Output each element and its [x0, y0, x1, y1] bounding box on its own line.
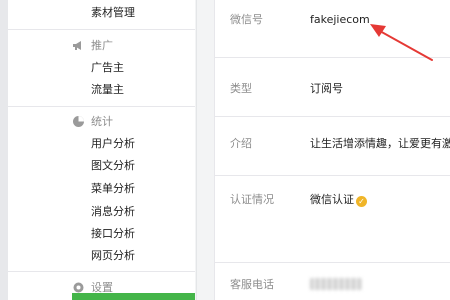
service-phone-value-blurred [310, 278, 362, 290]
service-phone-label: 客服电话 [230, 278, 274, 291]
intro-value: 让生活增添情趣，让爱更有激情... [310, 137, 450, 150]
row-divider [215, 116, 450, 117]
account-type-value: 订阅号 [310, 82, 343, 95]
sidebar-item-message-analysis[interactable]: 消息分析 [91, 205, 135, 219]
divider [8, 29, 195, 30]
app-window: 素材管理 推广 广告主 流量主 统计 用户分析 图文分析 菜单分析 消息分析 接… [0, 0, 450, 300]
verified-check-icon: ✓ [356, 196, 367, 207]
account-info-panel: 微信号 fakejiecom 类型 订阅号 介绍 让生活增添情趣，让爱更有激情.… [214, 0, 450, 300]
megaphone-icon [72, 39, 85, 52]
divider [8, 271, 195, 272]
sidebar-edge [0, 0, 8, 300]
row-divider [215, 262, 450, 263]
verification-label: 认证情况 [230, 193, 274, 206]
sidebar-item-article-analysis[interactable]: 图文分析 [91, 159, 135, 173]
pie-chart-icon [72, 115, 85, 128]
wechat-id-value: fakejiecom [310, 13, 370, 26]
sidebar-group-label: 推广 [91, 39, 113, 52]
sidebar-item-advertiser[interactable]: 广告主 [91, 61, 124, 75]
sidebar-item-material-management[interactable]: 素材管理 [91, 6, 135, 20]
account-type-label: 类型 [230, 82, 252, 95]
row-divider [215, 175, 450, 176]
panel-separator [196, 0, 197, 300]
wechat-id-label: 微信号 [230, 13, 263, 26]
sidebar: 素材管理 推广 广告主 流量主 统计 用户分析 图文分析 菜单分析 消息分析 接… [0, 0, 195, 300]
verification-status: 微信认证 ✓ [310, 193, 367, 207]
sidebar-item-publisher[interactable]: 流量主 [91, 83, 124, 97]
sidebar-group-label: 统计 [91, 115, 113, 128]
sidebar-item-menu-analysis[interactable]: 菜单分析 [91, 182, 135, 196]
sidebar-item-api-analysis[interactable]: 接口分析 [91, 227, 135, 241]
divider [8, 106, 195, 107]
verification-text: 微信认证 [310, 193, 354, 206]
sidebar-item-user-analysis[interactable]: 用户分析 [91, 137, 135, 151]
active-item-indicator [72, 293, 195, 300]
sidebar-item-webpage-analysis[interactable]: 网页分析 [91, 249, 135, 263]
row-divider [215, 57, 450, 58]
intro-label: 介绍 [230, 137, 252, 150]
